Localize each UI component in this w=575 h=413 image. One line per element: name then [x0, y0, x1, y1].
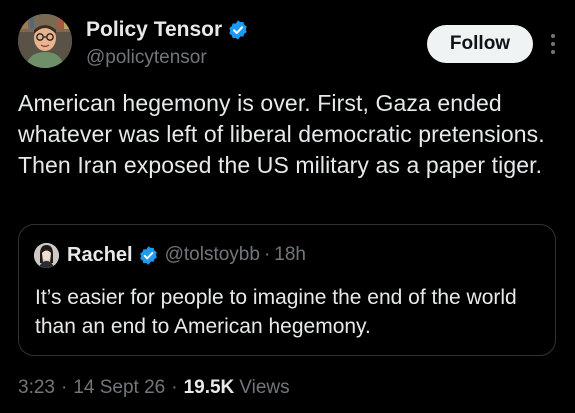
separator-dot: · [263, 244, 271, 265]
verified-badge-icon[interactable] [227, 19, 249, 41]
author-info: Policy Tensor @policytensor [86, 16, 249, 69]
more-options-icon[interactable] [548, 30, 558, 58]
quoted-tweet-header: Rachel @tolstoybb · 18h [34, 241, 306, 269]
author-handle[interactable]: @policytensor [86, 47, 249, 69]
tweet-header: Policy Tensor @policytensor Follow [18, 14, 558, 78]
tweet-meta: 3:23 · 14 Sept 26 · 19.5K Views [18, 374, 290, 402]
quoted-tweet[interactable]: Rachel @tolstoybb · 18h It’s easier for … [18, 224, 556, 356]
author-name-row: Policy Tensor [86, 16, 249, 44]
separator-dot: · [171, 377, 178, 398]
views-count: 19.5K [183, 377, 235, 398]
tweet-text: American hegemony is over. First, Gaza e… [18, 90, 545, 178]
tweet: Policy Tensor @policytensor Follow Ameri… [0, 0, 575, 413]
quoted-tweet-time: 18h [274, 244, 306, 265]
separator-dot: · [60, 377, 68, 398]
quoted-author-name: Rachel [67, 243, 133, 266]
follow-button[interactable]: Follow [427, 25, 533, 63]
tweet-time[interactable]: 3:23 [18, 377, 55, 399]
views-label: Views [239, 377, 290, 398]
verified-badge-icon [138, 245, 159, 266]
tweet-date[interactable]: 14 Sept 26 [73, 377, 165, 399]
author-avatar[interactable] [18, 14, 72, 68]
quoted-author-avatar [34, 242, 59, 268]
quoted-tweet-text: It’s easier for people to imagine the en… [35, 286, 517, 338]
author-display-name[interactable]: Policy Tensor [86, 18, 222, 42]
quoted-author-handle: @tolstoybb [164, 244, 260, 265]
